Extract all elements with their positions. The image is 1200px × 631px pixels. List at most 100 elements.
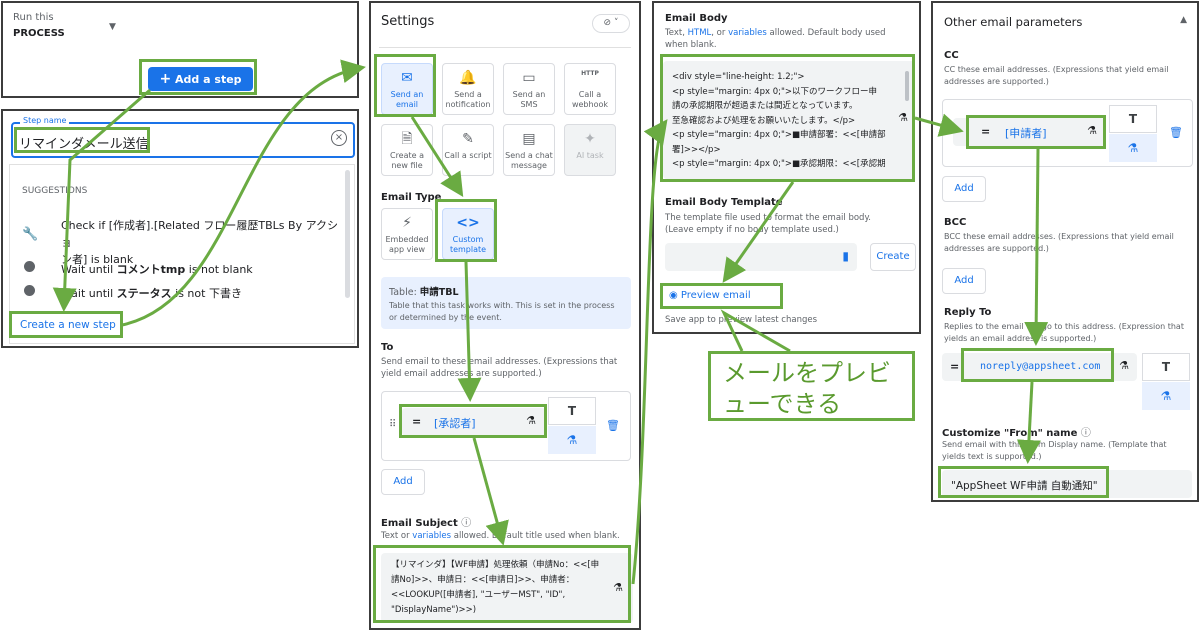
expression-mode-button[interactable]: ⚗ <box>548 426 596 454</box>
variables-link[interactable]: variables <box>412 531 451 541</box>
highlight-custom-template <box>435 199 497 262</box>
task-create-file[interactable]: 🗎 Create a new file <box>381 124 433 176</box>
suggestion-item[interactable]: Wait until ステータス is not 下書き <box>22 285 342 301</box>
visibility-toggle[interactable]: ⊘ ˅ <box>592 14 630 33</box>
table-info-box: Table: 申請TBL Table that this task works … <box>381 277 631 329</box>
process-label: PROCESS <box>13 28 65 39</box>
run-label: Run this <box>13 12 54 23</box>
to-add-button[interactable]: Add <box>381 469 425 495</box>
step-name-highlight <box>14 127 150 153</box>
highlight-add-step <box>139 59 257 95</box>
task-label: Call a script <box>444 151 492 160</box>
template-file-field[interactable]: ▮ <box>665 243 857 271</box>
email-params-panel: Other email parameters ▲ CC CC these ema… <box>931 1 1199 502</box>
table-prefix: Table: <box>389 287 420 298</box>
drag-handle-icon[interactable]: ⠿ <box>389 419 396 430</box>
params-title: Other email parameters <box>944 15 1083 29</box>
task-label: Call a webhook <box>571 90 609 109</box>
text-mode-button[interactable]: T <box>548 397 596 425</box>
suggestion-text: Wait until <box>61 287 117 300</box>
cc-desc: CC these email addresses. (Expressions t… <box>944 65 1169 86</box>
text-mode-button[interactable]: T <box>1142 353 1190 381</box>
type-embedded-app-view[interactable]: ⚡ Embedded app view <box>381 208 433 260</box>
suggestion-text: Check if [作成者].[Related フロー履歴TBLs By アクシ… <box>61 219 339 249</box>
desc-text: Text or <box>381 531 413 541</box>
suggestion-text: is not 下書き <box>171 287 242 300</box>
cc-add-button[interactable]: Add <box>942 176 986 202</box>
sparkle-icon: ✦ <box>584 131 596 147</box>
scrollbar[interactable] <box>345 170 350 298</box>
save-note: Save app to preview latest changes <box>665 315 818 325</box>
highlight-subject <box>373 545 631 623</box>
delete-icon[interactable]: 🗑 <box>1169 126 1183 139</box>
highlight-body <box>660 54 915 182</box>
reply-to-desc: Replies to the email will go to this add… <box>944 322 1184 343</box>
suggestion-item[interactable]: Wait until コメントtmp is not blank <box>22 261 342 277</box>
email-body-title: Email Body <box>665 13 728 24</box>
bcc-desc: BCC these email addresses. (Expressions … <box>944 232 1174 253</box>
file-icon: 🗎 <box>401 131 413 147</box>
clock-icon <box>24 261 35 272</box>
task-call-webhook[interactable]: HTTP Call a webhook <box>564 63 616 115</box>
highlight-from-name <box>938 466 1109 498</box>
desc-text: , or <box>711 28 729 38</box>
chevron-up-icon[interactable]: ▲ <box>1180 15 1187 25</box>
task-label: Send a notification <box>445 90 491 109</box>
suggestion-text: is not blank <box>185 263 253 276</box>
chevron-down-icon[interactable]: ▼ <box>109 22 116 32</box>
html-link[interactable]: HTML <box>688 28 712 38</box>
suggestions-header: SUGGESTIONS <box>22 186 88 196</box>
task-label: AI task <box>576 151 604 160</box>
variables-link[interactable]: variables <box>728 28 767 38</box>
task-ai: ✦ AI task <box>564 124 616 176</box>
task-label: Create a new file <box>389 151 425 170</box>
clock-icon <box>24 285 35 296</box>
task-send-notification[interactable]: 🔔 Send a notification <box>442 63 494 115</box>
suggestion-text: Wait until <box>61 263 117 276</box>
table-name: 申請TBL <box>419 287 459 298</box>
desc-text: Text, <box>665 28 688 38</box>
bcc-add-button[interactable]: Add <box>942 268 986 294</box>
task-send-chat[interactable]: ▤ Send a chat message <box>503 124 555 176</box>
from-name-desc: Send email with this From Display name. … <box>942 440 1167 461</box>
subject-desc: Text or variables allowed. Default title… <box>381 530 636 542</box>
bell-icon: 🔔 <box>459 70 477 86</box>
wrench-icon: 🔧 <box>22 227 39 242</box>
info-icon[interactable]: ⓘ <box>461 518 471 529</box>
template-desc: The template file used to format the ema… <box>665 213 871 236</box>
file-icon[interactable]: ▮ <box>842 249 849 263</box>
flask-icon[interactable]: ⚗ <box>1119 359 1129 372</box>
suggestion-field: ステータス <box>116 287 172 300</box>
template-create-button[interactable]: Create <box>870 243 916 271</box>
highlight-reply-to <box>961 348 1114 382</box>
callout-text: メールをプレビューできる <box>723 359 891 418</box>
message-icon: ▤ <box>522 131 536 147</box>
task-label: Send a chat message <box>505 151 553 170</box>
bcc-label: BCC <box>944 217 967 228</box>
bolt-icon: ⚡ <box>402 215 412 231</box>
table-desc: Table that this task works with. This is… <box>389 301 615 322</box>
cc-label: CC <box>944 50 959 61</box>
subject-label-text: Email Subject <box>381 518 458 529</box>
chat-icon: ▭ <box>522 70 536 86</box>
clear-icon[interactable]: × <box>331 130 347 146</box>
settings-title: Settings <box>381 14 435 29</box>
subject-label: Email Subject ⓘ <box>381 514 471 529</box>
task-label: Send an SMS <box>512 90 546 109</box>
suggestion-field: コメントtmp <box>116 263 186 276</box>
delete-icon[interactable]: 🗑 <box>606 419 620 432</box>
info-icon[interactable]: ⓘ <box>1081 428 1091 439</box>
highlight-cc <box>966 115 1106 149</box>
expression-mode-button[interactable]: ⚗ <box>1142 382 1190 410</box>
to-label: To <box>381 342 394 353</box>
eye-off-icon: ⊘ ˅ <box>603 18 619 28</box>
equals-icon: = <box>950 360 960 373</box>
text-mode-button[interactable]: T <box>1109 105 1157 133</box>
expression-mode-button[interactable]: ⚗ <box>1109 134 1157 162</box>
script-icon: ✎ <box>462 131 474 147</box>
desc-text: allowed. Default title used when blank. <box>451 531 620 541</box>
task-send-sms[interactable]: ▭ Send an SMS <box>503 63 555 115</box>
type-label: Embedded app view <box>385 235 429 254</box>
highlight-send-email <box>374 54 436 117</box>
task-call-script[interactable]: ✎ Call a script <box>442 124 494 176</box>
